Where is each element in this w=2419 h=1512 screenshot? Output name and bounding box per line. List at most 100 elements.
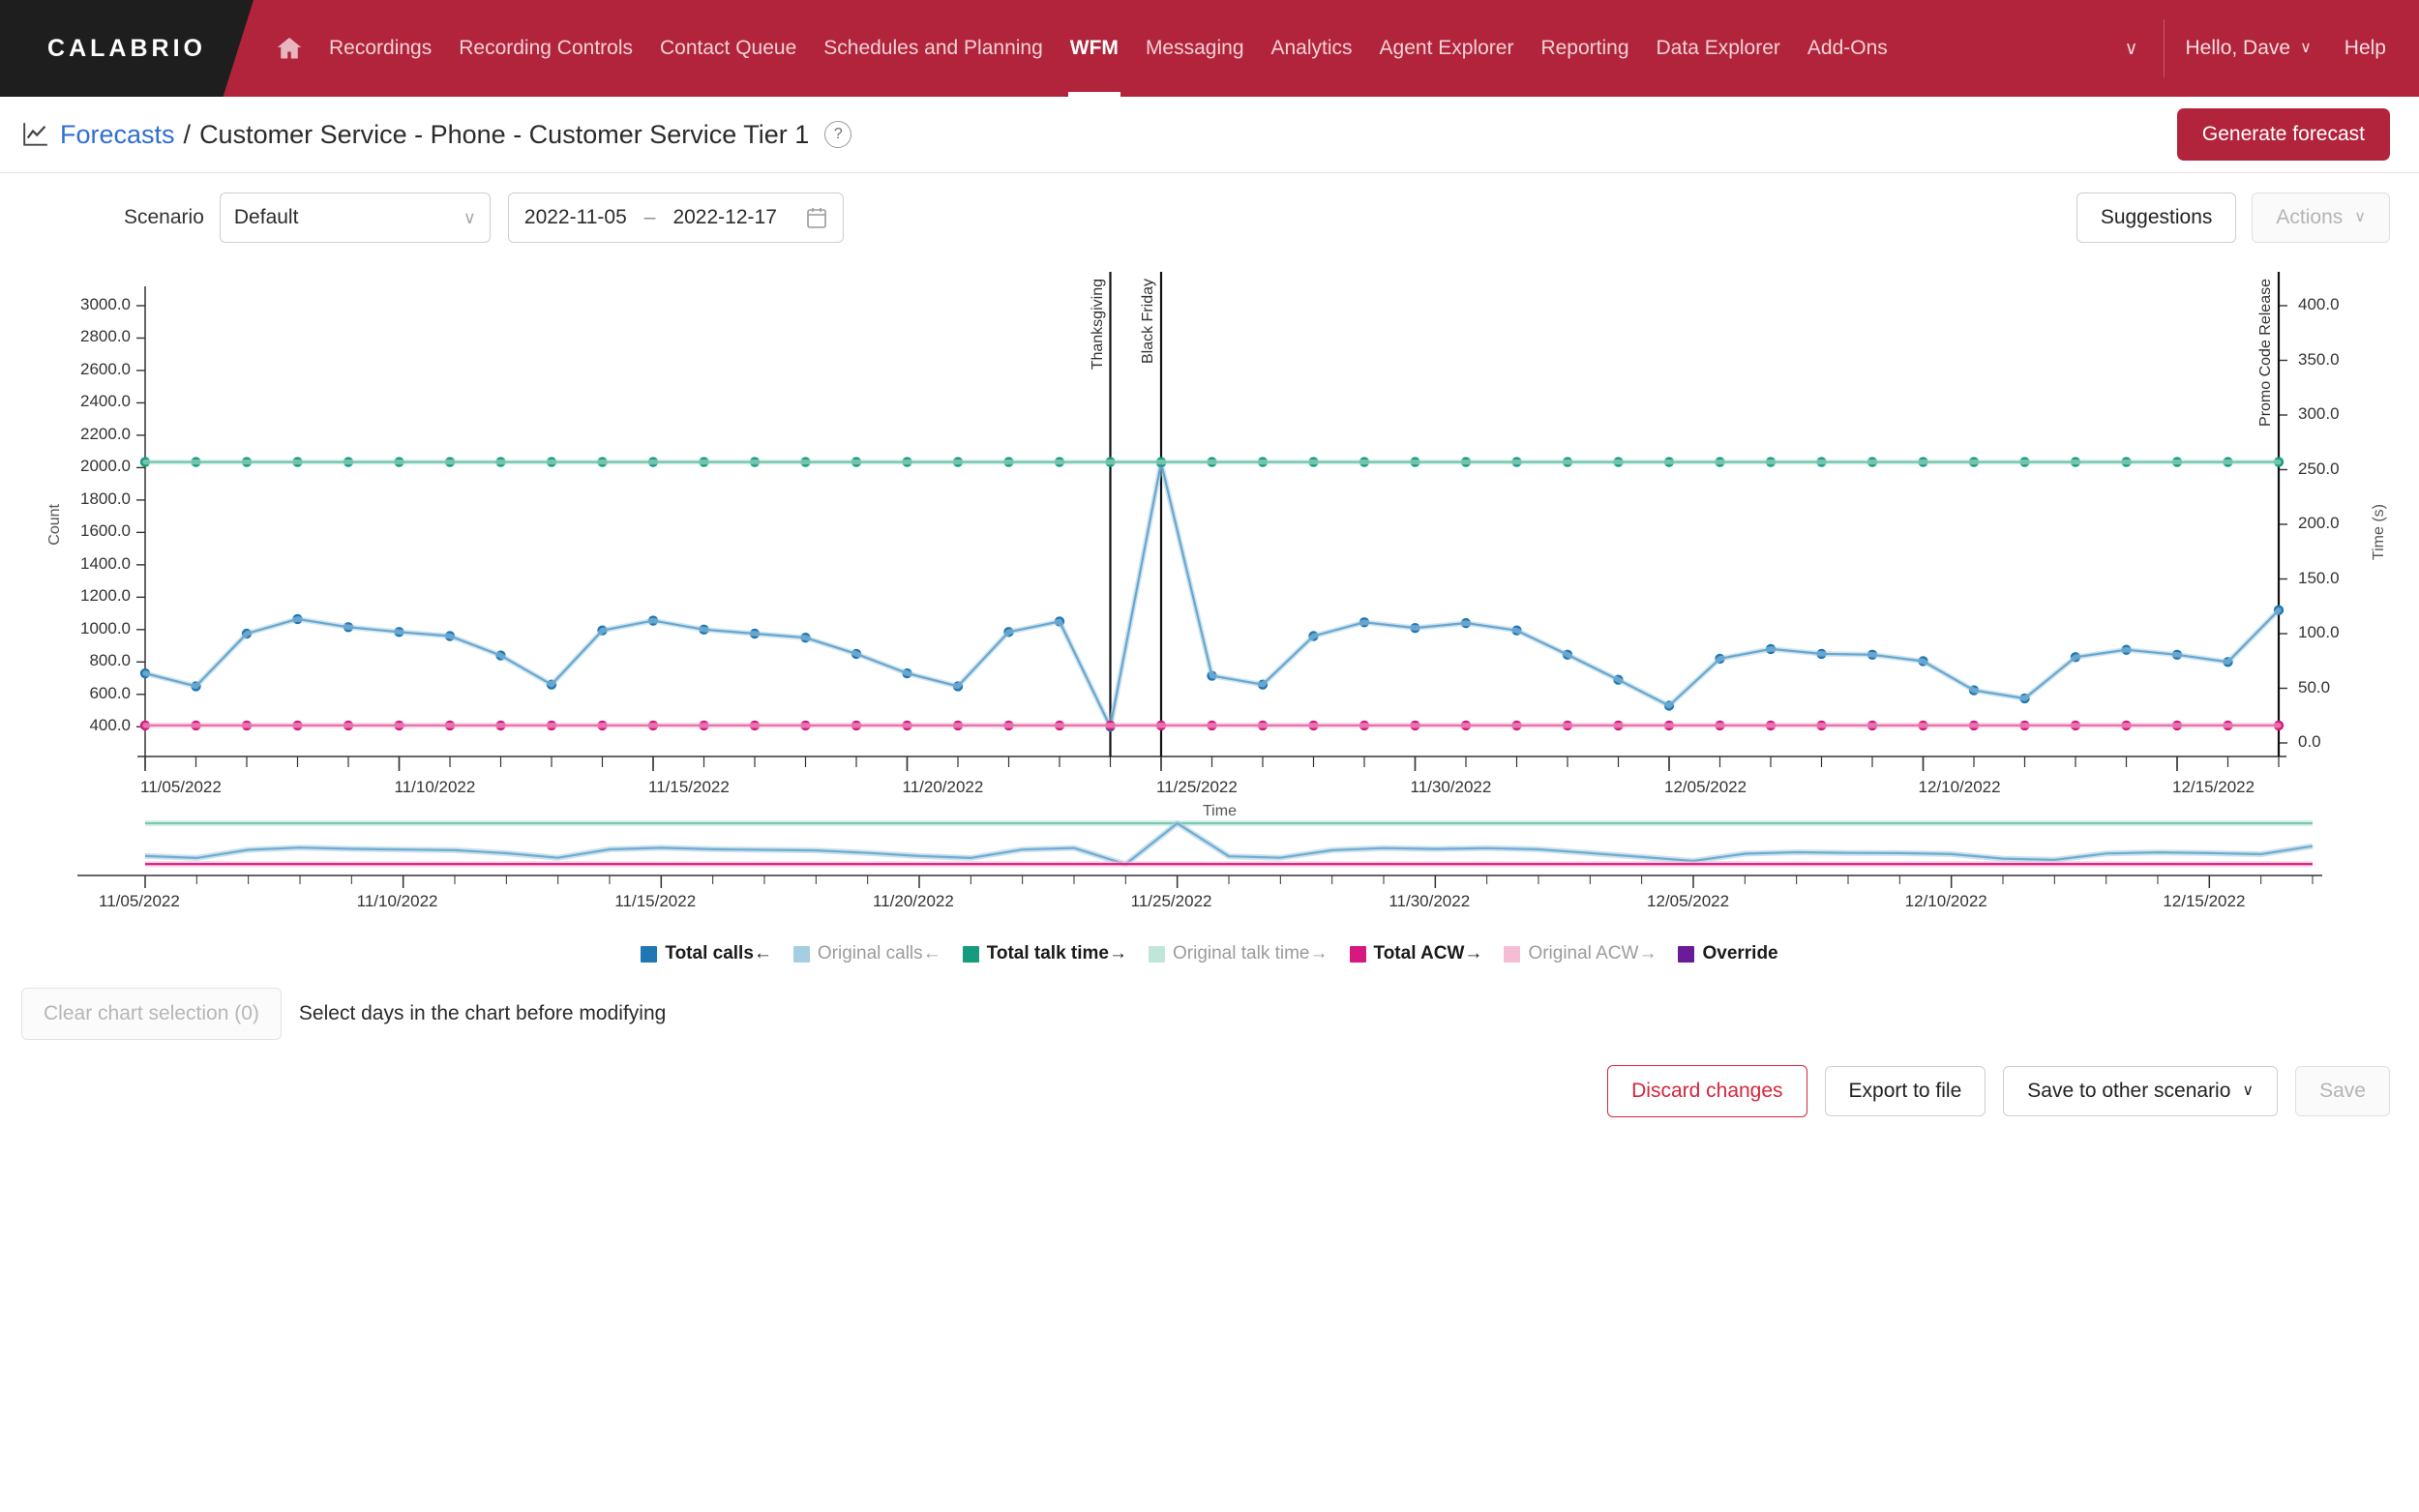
calendar-icon bbox=[807, 208, 826, 228]
legend-item[interactable]: Total ACW→ bbox=[1349, 943, 1483, 964]
x-axis-title: Time bbox=[1203, 803, 1237, 819]
nav-item-reporting[interactable]: Reporting bbox=[1527, 0, 1642, 97]
date-range-start[interactable]: 2022-11-05 bbox=[524, 206, 627, 229]
overview-x-axis-tick-label: 11/30/2022 bbox=[1389, 892, 1471, 910]
date-range-dash: – bbox=[643, 206, 656, 228]
help-link[interactable]: Help bbox=[2333, 0, 2419, 97]
nav-item-schedules-and-planning[interactable]: Schedules and Planning bbox=[810, 0, 1057, 97]
forecast-chart[interactable]: 3000.0 2800.0 2600.0 2400.0 2200.0 2000.0 1800… bbox=[0, 262, 2419, 939]
legend-swatch bbox=[641, 945, 658, 963]
x-axis-tick-label: 11/15/2022 bbox=[648, 778, 730, 796]
y-axis-tick-label: 1400.0 bbox=[80, 553, 131, 573]
y-axis-tick-label: 2600.0 bbox=[80, 359, 131, 378]
legend-item[interactable]: Original ACW→ bbox=[1504, 943, 1657, 964]
y2-axis-tick-label: 350.0 bbox=[2298, 349, 2340, 369]
y2-axis-tick-label: 0.0 bbox=[2298, 732, 2321, 751]
clear-chart-selection-button[interactable]: Clear chart selection (0) bbox=[21, 988, 282, 1040]
legend-item[interactable]: Override bbox=[1678, 943, 1778, 964]
legend-label: Original calls← bbox=[817, 943, 941, 964]
legend-label: Total calls← bbox=[665, 943, 772, 964]
y-axis-tick-label: 1200.0 bbox=[80, 586, 131, 606]
actions-chevron-down-icon: ∨ bbox=[2354, 209, 2366, 225]
actions-menu-label: Actions bbox=[2276, 206, 2344, 228]
chart-line-icon bbox=[23, 123, 47, 146]
y-axis-tick-label: 2200.0 bbox=[80, 424, 131, 443]
nav-item-messaging[interactable]: Messaging bbox=[1132, 0, 1258, 97]
y2-axis-tick-label: 400.0 bbox=[2298, 295, 2340, 313]
user-menu-label: Hello, Dave bbox=[2185, 37, 2291, 59]
y-axis-tick-label: 2400.0 bbox=[80, 392, 131, 411]
home-icon[interactable] bbox=[275, 35, 304, 62]
chart-legend: Total calls← Original calls← Total talk ti… bbox=[0, 943, 2419, 964]
legend-label: Override bbox=[1702, 943, 1778, 964]
forecast-chart-svg[interactable] bbox=[0, 262, 2419, 939]
legend-label: Total ACW→ bbox=[1373, 943, 1483, 964]
chart-annotation-label: Black Friday bbox=[1140, 279, 1156, 365]
legend-item[interactable]: Original calls← bbox=[792, 943, 941, 964]
nav-overflow-chevron-down-icon[interactable]: ∨ bbox=[2100, 0, 2164, 97]
nav-item-contact-queue[interactable]: Contact Queue bbox=[646, 0, 810, 97]
user-chevron-down-icon: ∨ bbox=[2300, 40, 2312, 56]
chart-annotation-label: Thanksgiving bbox=[1089, 279, 1106, 371]
nav-item-analytics[interactable]: Analytics bbox=[1258, 0, 1366, 97]
help-circle-icon[interactable]: ? bbox=[824, 121, 852, 148]
y-axis-tick-label: 600.0 bbox=[89, 683, 131, 702]
y2-axis-tick-label: 250.0 bbox=[2298, 459, 2340, 478]
legend-item[interactable]: Total calls← bbox=[641, 943, 772, 964]
save-to-other-scenario-label: Save to other scenario bbox=[2027, 1080, 2231, 1102]
breadcrumb-separator: / bbox=[183, 119, 192, 149]
y2-axis-tick-label: 150.0 bbox=[2298, 568, 2340, 587]
x-axis-tick-label: 12/15/2022 bbox=[2172, 778, 2255, 796]
legend-label: Original talk time→ bbox=[1173, 943, 1329, 964]
y2-axis-tick-label: 300.0 bbox=[2298, 404, 2340, 423]
nav-item-data-explorer[interactable]: Data Explorer bbox=[1643, 0, 1794, 97]
legend-item[interactable]: Original talk time→ bbox=[1149, 943, 1329, 964]
chevron-down-icon: ∨ bbox=[463, 208, 476, 227]
y-axis-tick-label: 2800.0 bbox=[80, 327, 131, 346]
top-navbar: CALABRIO Recordings Recording Controls C… bbox=[0, 0, 2419, 97]
scenario-select-value: Default bbox=[233, 206, 299, 228]
x-axis-tick-label: 11/25/2022 bbox=[1156, 778, 1238, 796]
y-axis-tick-label: 400.0 bbox=[89, 716, 131, 735]
user-menu[interactable]: Hello, Dave ∨ bbox=[2165, 0, 2333, 97]
nav-divider bbox=[2163, 19, 2165, 77]
discard-changes-button[interactable]: Discard changes bbox=[1607, 1065, 1807, 1117]
chart-toolbar: Scenario Default ∨ 2022-11-05 – 2022-12-… bbox=[0, 173, 2419, 262]
overview-x-axis-tick-label: 12/10/2022 bbox=[1904, 892, 1987, 910]
nav-item-recording-controls[interactable]: Recording Controls bbox=[445, 0, 646, 97]
y-axis-tick-label: 2000.0 bbox=[80, 457, 131, 476]
y-axis-tick-label: 800.0 bbox=[89, 651, 131, 670]
suggestions-button[interactable]: Suggestions bbox=[2076, 193, 2237, 243]
overview-x-axis-tick-label: 12/05/2022 bbox=[1647, 892, 1730, 910]
selection-hint-text: Select days in the chart before modifyin… bbox=[298, 1002, 667, 1024]
x-axis-tick-label: 12/05/2022 bbox=[1664, 778, 1747, 796]
export-to-file-button[interactable]: Export to file bbox=[1824, 1066, 1986, 1116]
y-axis-title: Count bbox=[46, 504, 63, 546]
y-axis-tick-label: 1000.0 bbox=[80, 618, 131, 637]
overview-x-axis-tick-label: 11/15/2022 bbox=[614, 892, 697, 910]
nav-item-wfm[interactable]: WFM bbox=[1057, 0, 1132, 97]
x-axis-tick-label: 11/20/2022 bbox=[902, 778, 984, 796]
overview-x-axis-tick-label: 11/10/2022 bbox=[356, 892, 438, 910]
x-axis-tick-label: 11/30/2022 bbox=[1410, 778, 1492, 796]
legend-swatch bbox=[1349, 945, 1366, 963]
scenario-select[interactable]: Default ∨ bbox=[219, 193, 491, 243]
legend-item[interactable]: Total talk time→ bbox=[962, 943, 1127, 964]
date-range-picker[interactable]: 2022-11-05 – 2022-12-17 bbox=[507, 193, 844, 243]
brand-text: CALABRIO bbox=[47, 34, 206, 62]
y-axis-tick-label: 3000.0 bbox=[80, 295, 131, 313]
nav-item-agent-explorer[interactable]: Agent Explorer bbox=[1366, 0, 1528, 97]
save-button[interactable]: Save bbox=[2295, 1066, 2390, 1116]
action-buttons-row: Discard changes Export to file Save to o… bbox=[0, 1040, 2419, 1117]
save-to-other-scenario-button[interactable]: Save to other scenario ∨ bbox=[2003, 1066, 2279, 1116]
generate-forecast-button[interactable]: Generate forecast bbox=[2176, 108, 2390, 161]
actions-menu-button[interactable]: Actions ∨ bbox=[2252, 193, 2390, 243]
chart-annotation-label: Promo Code Release bbox=[2257, 279, 2274, 427]
nav-item-recordings[interactable]: Recordings bbox=[315, 0, 445, 97]
y-axis-tick-label: 1800.0 bbox=[80, 489, 131, 508]
breadcrumb-forecasts-link[interactable]: Forecasts bbox=[60, 120, 175, 150]
toolbar-right-actions: Suggestions Actions ∨ bbox=[2076, 193, 2390, 243]
y-axis-tick-label: 1600.0 bbox=[80, 521, 131, 541]
nav-item-add-ons[interactable]: Add-Ons bbox=[1794, 0, 1901, 97]
date-range-end[interactable]: 2022-12-17 bbox=[672, 206, 776, 229]
